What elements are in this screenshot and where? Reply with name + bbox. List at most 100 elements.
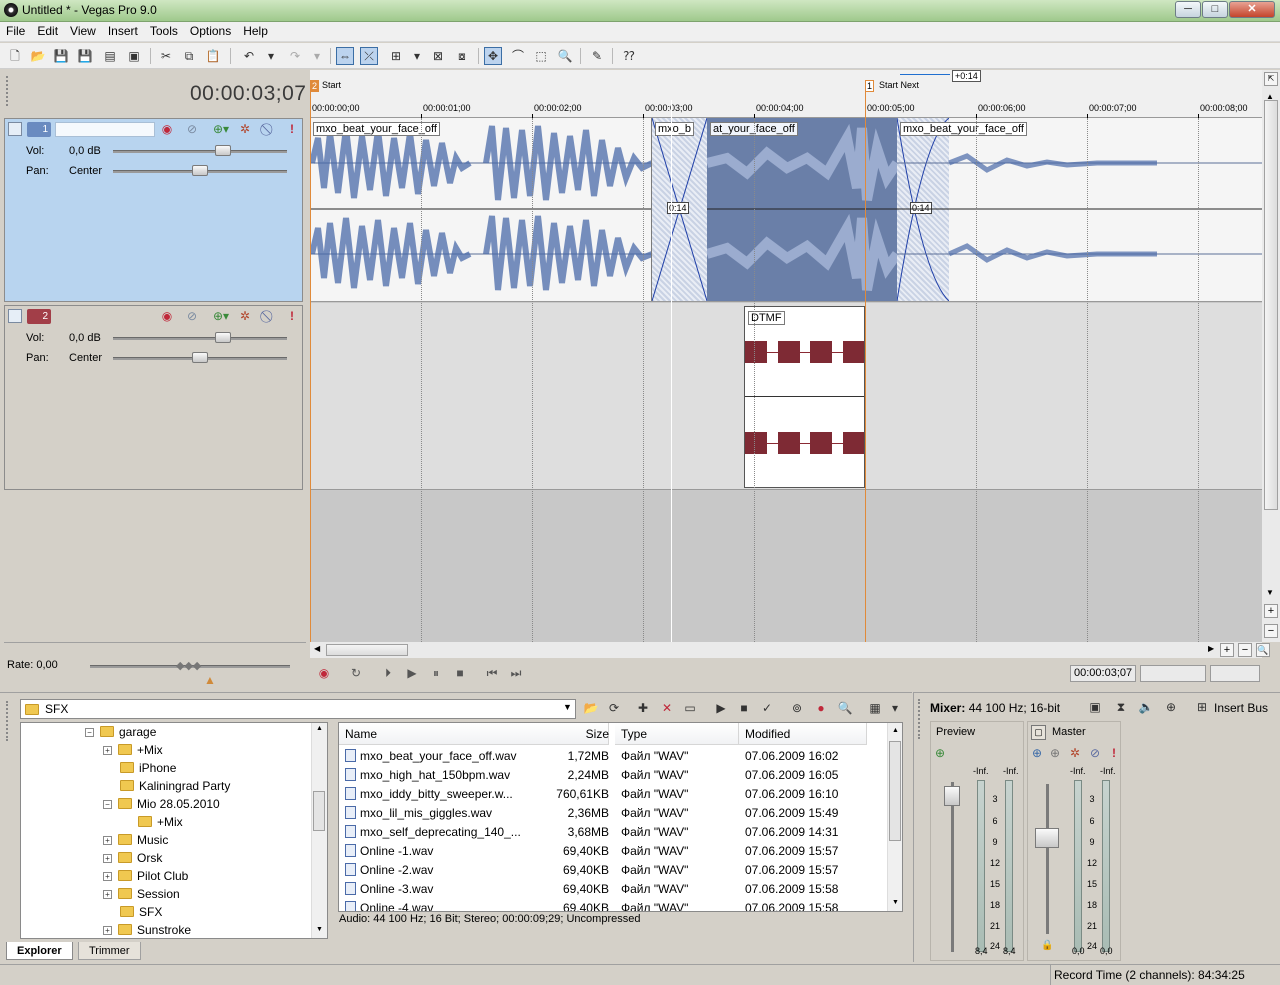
tree-item[interactable]: − Mio 28.05.2010 [103, 797, 220, 811]
auto-ripple-icon[interactable]: ⊞ [387, 47, 405, 65]
scroll-left-icon[interactable]: ◀ [314, 644, 320, 653]
insert-fx-icon[interactable]: ⊕ [1162, 698, 1180, 716]
cursor-time-field[interactable]: 00:00:03;07 [1070, 665, 1136, 682]
expand-icon[interactable]: + [103, 872, 112, 881]
master-mute-icon[interactable]: ⊘ [1090, 746, 1100, 760]
close-button[interactable]: ✕ [1229, 1, 1275, 18]
scroll-thumb[interactable] [313, 791, 325, 831]
tree-item[interactable]: iPhone [103, 761, 176, 775]
insert-bus-button[interactable]: Insert Bus [1214, 701, 1268, 715]
go-to-start-icon[interactable]: ⏮ [482, 664, 502, 682]
track-fx-icon[interactable]: ⊕▾ [209, 309, 233, 323]
file-list-scrollbar[interactable]: ▲ ▼ [887, 723, 902, 911]
auto-crossfades-icon[interactable]: ⤫ [360, 47, 378, 65]
horizontal-scrollbar[interactable]: ◀ ▶ + − 🔍 [310, 642, 1270, 658]
record-media-icon[interactable]: ● [812, 699, 830, 717]
scroll-thumb[interactable] [1264, 100, 1278, 510]
track-automation-icon[interactable]: ✲ [238, 309, 252, 323]
scroll-thumb[interactable] [889, 741, 901, 841]
properties-icon[interactable]: ▣ [125, 47, 143, 65]
undo-dropdown-icon[interactable]: ▾ [262, 47, 280, 65]
preview-fader-thumb[interactable] [944, 786, 960, 806]
go-to-end-icon[interactable]: ⏭ [506, 664, 526, 682]
record-icon[interactable]: ◉ [314, 664, 334, 682]
mixer-properties-icon[interactable]: ▣ [1086, 698, 1104, 716]
pause-icon[interactable]: ⏸ [426, 664, 446, 682]
save-as-icon[interactable]: 💾 [76, 47, 94, 65]
selection-start-field[interactable] [1140, 665, 1206, 682]
master-fader-thumb[interactable] [1035, 828, 1059, 848]
marker-start-next-flag[interactable]: 1 [865, 80, 874, 92]
column-header-modified[interactable]: Modified [739, 723, 867, 745]
downmix-icon[interactable]: ⧗ [1112, 698, 1130, 716]
master-solo-icon[interactable]: ! [1112, 746, 1116, 760]
master-fx-icon[interactable]: ⊕ [1032, 746, 1042, 760]
tree-item[interactable]: SFX [103, 905, 162, 919]
collapse-icon[interactable]: − [85, 728, 94, 737]
track-lane-1[interactable]: mxo_beat_your_face_off 0:14 mxo_b at_you… [310, 118, 1262, 302]
scroll-down-icon[interactable]: ▼ [316, 926, 323, 933]
tree-item[interactable]: + Sunstroke [103, 923, 191, 937]
file-row[interactable]: mxo_iddy_bitty_sweeper.w... 760,61KB Файл … [339, 785, 887, 804]
file-row[interactable]: mxo_beat_your_face_off.wav 1,72MB Файл "WA… [339, 747, 887, 766]
tab-trimmer[interactable]: Trimmer [78, 942, 141, 960]
empty-track-area[interactable] [310, 491, 1262, 642]
scroll-down-icon[interactable]: ▼ [892, 899, 899, 906]
zoom-in-icon[interactable]: + [1264, 604, 1278, 618]
preview-fx-icon[interactable]: ⊕ [935, 746, 945, 760]
new-icon[interactable]: 🗋 [6, 47, 24, 65]
chevron-down-icon[interactable]: ▼ [563, 702, 572, 712]
online-icon[interactable]: ✎ [588, 47, 606, 65]
tree-item[interactable]: + Pilot Club [103, 869, 188, 883]
redo-dropdown-icon[interactable]: ▾ [308, 47, 326, 65]
zoom-in-h-icon[interactable]: + [1220, 643, 1234, 657]
solo-icon[interactable]: ! [285, 122, 299, 136]
menu-view[interactable]: View [64, 22, 102, 38]
play-from-start-icon[interactable]: ⏵ [378, 664, 398, 682]
crossfade-region[interactable]: 0:14 [652, 118, 707, 301]
tab-explorer[interactable]: Explorer [6, 942, 73, 960]
minimize-track-icon[interactable] [8, 122, 22, 136]
folder-tree[interactable]: ▲ ▼ − garage + +Mix iPhone Kaliningrad Party −… [20, 722, 328, 939]
audio-event[interactable]: mxo_beat_your_face_off [310, 118, 652, 301]
add-favorite-icon[interactable]: ✚ [634, 699, 652, 717]
audio-event-selected[interactable]: at_your_face_off [707, 118, 897, 301]
expand-icon[interactable]: + [103, 836, 112, 845]
rate-slider-thumb[interactable]: ◆◆◆ [176, 659, 201, 672]
tree-item[interactable]: + Session [103, 887, 180, 901]
master-insert-icon[interactable]: ⊕ [1050, 746, 1060, 760]
auto-preview-icon[interactable]: ✓ [758, 699, 776, 717]
scroll-up-icon[interactable]: ▲ [892, 727, 899, 734]
column-header-size[interactable]: Size [551, 723, 613, 745]
mute-icon[interactable]: ⃠ [262, 309, 276, 323]
column-header-type[interactable]: Type [615, 723, 739, 745]
vol-slider-thumb[interactable] [215, 332, 231, 343]
ignore-grouping-icon[interactable]: ⧇ [453, 47, 471, 65]
file-row[interactable]: Online -4.wav 69,40KB Файл "WAV" 07.06.2009… [339, 899, 887, 911]
dtmf-event[interactable]: DTMF [744, 306, 865, 488]
refresh-icon[interactable]: ⟳ [605, 699, 623, 717]
delete-icon[interactable]: ✕ [658, 699, 676, 717]
zoom-out-icon[interactable]: − [1264, 624, 1278, 638]
get-media-icon[interactable]: ⊚ [788, 699, 806, 717]
path-dropdown[interactable]: SFX ▼ [20, 699, 576, 719]
file-row[interactable]: mxo_high_hat_150bpm.wav 2,24MB Файл "WAV" 0… [339, 766, 887, 785]
expand-icon[interactable]: + [103, 926, 112, 935]
zoom-out-h-icon[interactable]: − [1238, 643, 1252, 657]
save-icon[interactable]: 💾 [52, 47, 70, 65]
scroll-down-icon[interactable]: ▼ [1266, 588, 1274, 597]
open-icon[interactable]: 📂 [29, 47, 47, 65]
master-fader-track[interactable] [1046, 784, 1049, 934]
pan-slider-thumb[interactable] [192, 165, 208, 176]
tree-item[interactable]: +Mix [121, 815, 183, 829]
arm-record-icon[interactable]: ◉ [160, 122, 174, 136]
minimize-button[interactable]: ─ [1175, 1, 1201, 18]
menu-insert[interactable]: Insert [102, 22, 144, 38]
paste-icon[interactable]: 📋 [204, 47, 222, 65]
arm-record-icon[interactable]: ◉ [160, 309, 174, 323]
menu-tools[interactable]: Tools [144, 22, 184, 38]
views-icon[interactable]: ▦ [866, 699, 884, 717]
selection-length-field[interactable] [1210, 665, 1260, 682]
minimize-track-icon[interactable] [8, 309, 22, 323]
expand-icon[interactable]: + [103, 746, 112, 755]
